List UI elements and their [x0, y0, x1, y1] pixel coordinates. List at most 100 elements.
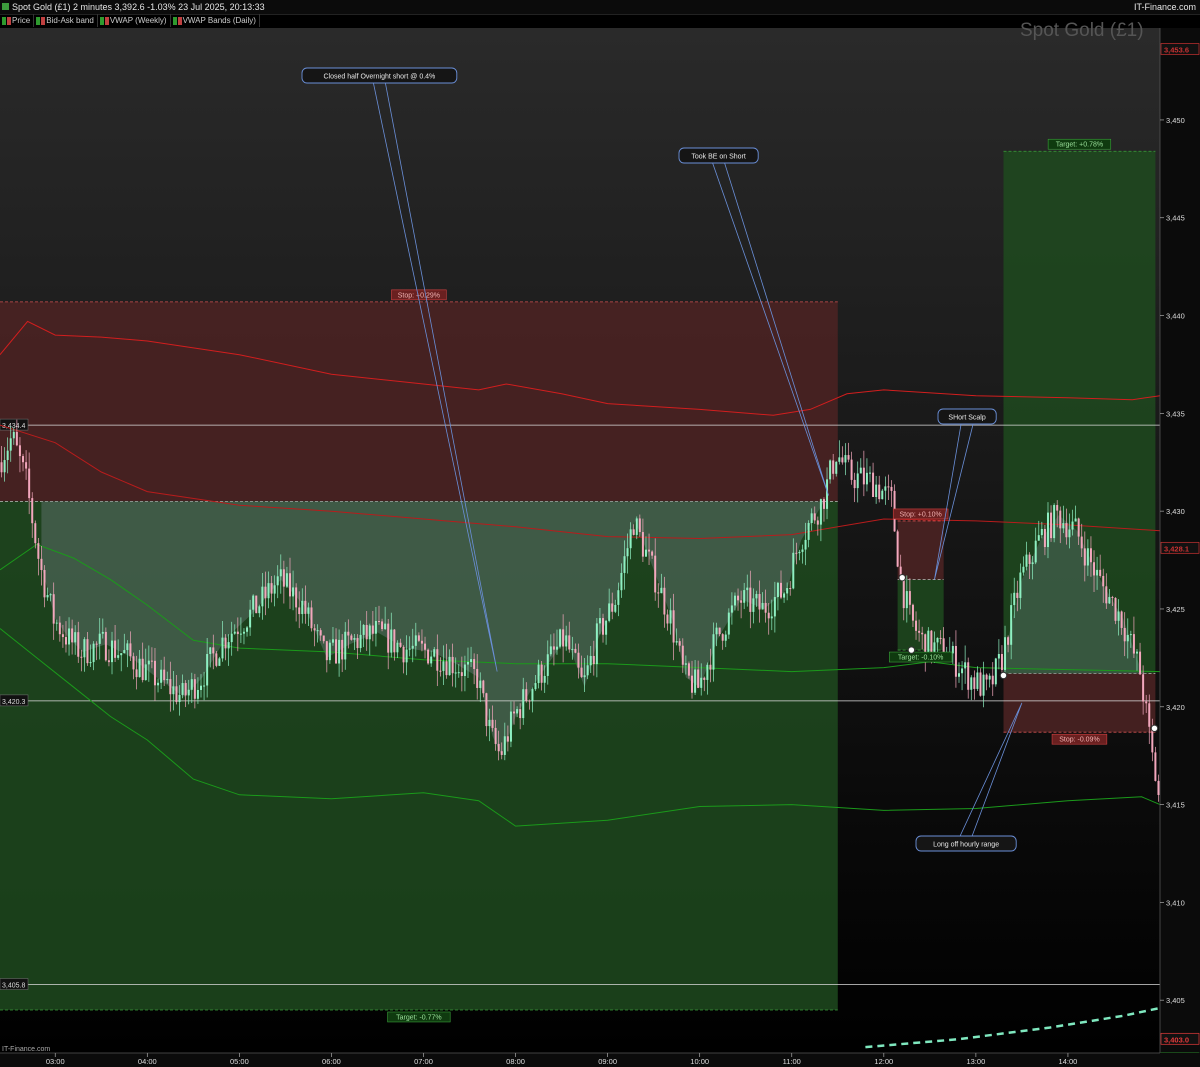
candle-body: [178, 694, 181, 703]
candle-body: [1046, 512, 1049, 548]
candle-body: [473, 659, 476, 669]
candle-body: [776, 582, 779, 598]
x-tick-label: 12:00: [874, 1057, 893, 1066]
candle-body: [878, 484, 881, 500]
candle-body: [310, 607, 313, 629]
candle-body: [15, 431, 18, 446]
candle-body: [1123, 627, 1126, 642]
candle-body: [175, 686, 178, 703]
candle-body: [313, 628, 316, 631]
candle-body: [353, 638, 356, 640]
candle-body: [325, 641, 328, 661]
candle-body: [559, 629, 562, 647]
candle-body: [813, 513, 816, 521]
x-tick-label: 03:00: [46, 1057, 65, 1066]
candle-body: [203, 685, 206, 687]
candle-body: [915, 620, 918, 631]
candle-body: [838, 457, 841, 462]
candle-body: [519, 709, 522, 719]
y-tick-label: 3,435: [1166, 409, 1185, 418]
candle-body: [506, 736, 509, 742]
candle-body: [715, 627, 718, 635]
candle-body: [285, 573, 288, 587]
candle-body: [568, 635, 571, 650]
candle-body: [703, 677, 706, 680]
candle-body: [187, 689, 190, 696]
axis-price-label: 3,453.6: [1164, 46, 1189, 55]
candle-body: [163, 669, 166, 681]
candle-body: [1043, 528, 1046, 548]
candle-body: [252, 595, 255, 610]
candle-body: [362, 624, 365, 635]
candle-body: [602, 618, 605, 635]
candle-body: [641, 532, 644, 557]
candle-body: [1117, 611, 1120, 621]
candle-body: [270, 583, 273, 594]
candle-body: [697, 669, 700, 688]
candle-body: [77, 632, 80, 657]
price-chart[interactable]: 3,434.43,420.33,405.8Stop: +0.29%Target:…: [0, 0, 1200, 1067]
candle-body: [522, 689, 525, 719]
trade-marker: [999, 671, 1008, 680]
candle-body: [706, 664, 709, 680]
candle-body: [936, 637, 939, 643]
candle-body: [500, 751, 503, 755]
candle-body: [884, 486, 887, 491]
candle-body: [525, 689, 528, 701]
candle-body: [780, 582, 783, 598]
candle-body: [651, 551, 654, 556]
candle-body: [356, 638, 359, 649]
candle-body: [1093, 562, 1096, 576]
candle-body: [218, 658, 221, 666]
candle-body: [1028, 554, 1031, 565]
candle-body: [381, 621, 384, 630]
position-stop-zone: [0, 301, 838, 502]
candle-body: [322, 635, 325, 642]
candle-body: [571, 648, 574, 650]
candle-body: [488, 719, 491, 727]
candle-body: [28, 468, 31, 499]
trade-marker: [907, 646, 916, 654]
candle-body: [546, 654, 549, 676]
candle-body: [1010, 605, 1013, 645]
candle-body: [804, 539, 807, 550]
candle-body: [1000, 654, 1003, 670]
candle-body: [795, 552, 798, 554]
candle-body: [153, 660, 156, 686]
x-tick-label: 05:00: [230, 1057, 249, 1066]
candle-body: [988, 675, 991, 680]
candle-body: [789, 588, 792, 590]
y-tick-label: 3,415: [1166, 801, 1185, 810]
candle-body: [414, 635, 417, 646]
candle-body: [638, 518, 641, 533]
candle-body: [249, 609, 252, 628]
candle-body: [513, 711, 516, 714]
candle-body: [304, 600, 307, 614]
stop-label: Stop: +0.10%: [900, 511, 942, 518]
candle-body: [448, 656, 451, 676]
candle-body: [709, 664, 712, 670]
candle-body: [976, 672, 979, 689]
candle-body: [1037, 535, 1040, 541]
candle-body: [961, 668, 964, 674]
candle-body: [835, 461, 838, 474]
candle-body: [169, 679, 172, 695]
candle-body: [792, 552, 795, 589]
candle-body: [1013, 592, 1016, 606]
candle-body: [430, 656, 433, 664]
candle-body: [338, 639, 341, 664]
candle-body: [1114, 597, 1117, 621]
candle-body: [335, 639, 338, 664]
y-tick-label: 3,430: [1166, 507, 1185, 516]
candle-body: [890, 486, 893, 491]
candle-body: [1126, 634, 1129, 642]
candle-body: [470, 659, 473, 662]
candle-body: [727, 612, 730, 635]
candle-body: [1056, 505, 1059, 511]
candle-body: [172, 686, 175, 695]
candle-body: [341, 639, 344, 660]
candle-body: [117, 655, 120, 658]
candle-body: [89, 662, 92, 664]
candle-body: [1154, 752, 1157, 781]
candle-body: [104, 631, 107, 661]
